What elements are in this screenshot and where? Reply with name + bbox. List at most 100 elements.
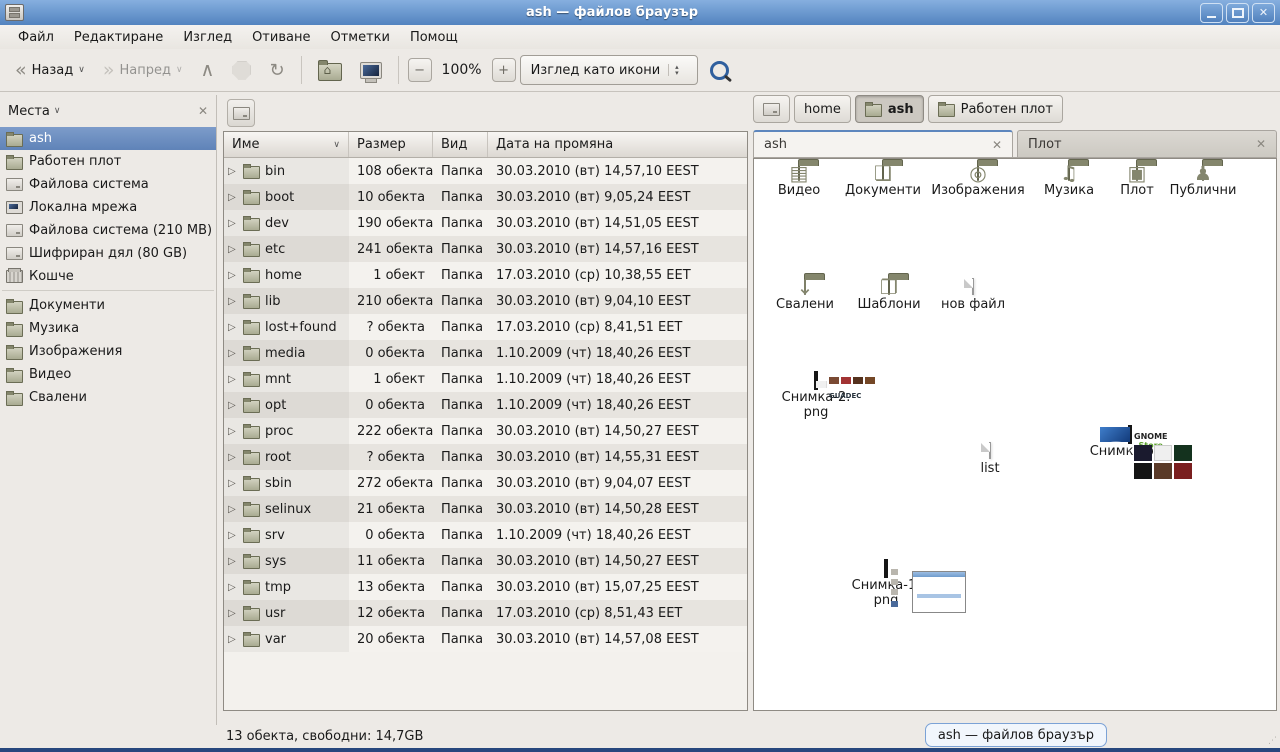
place-item[interactable]: Документи — [0, 294, 216, 317]
place-item[interactable]: Шифриран дял (80 GB) — [0, 242, 216, 265]
tree-row[interactable]: ▷ opt 0 обекта Папка 1.10.2009 (чт) 18,4… — [224, 392, 747, 418]
column-header-date[interactable]: Дата на промяна — [488, 132, 747, 157]
folder-item[interactable]: ❏ Документи — [840, 165, 926, 199]
place-item[interactable]: Видео — [0, 363, 216, 386]
place-item[interactable]: Локална мрежа — [0, 196, 216, 219]
place-item[interactable]: Файлова система (210 MB) — [0, 219, 216, 242]
resize-grip[interactable]: ⋰ — [1268, 736, 1278, 746]
expander-icon[interactable]: ▷ — [228, 322, 238, 333]
place-item[interactable]: Кошче — [0, 265, 216, 288]
tree-row[interactable]: ▷ lib 210 обекта Папка 30.03.2010 (вт) 9… — [224, 288, 747, 314]
titlebar[interactable]: ash — файлов браузър — [0, 0, 1280, 25]
menu-item[interactable]: Изглед — [173, 27, 242, 48]
column-header-name[interactable]: Име ∨ — [224, 132, 349, 157]
tree-row[interactable]: ▷ sbin 272 обекта Папка 30.03.2010 (вт) … — [224, 470, 747, 496]
expander-icon[interactable]: ▷ — [228, 166, 238, 177]
tree-row[interactable]: ▷ usr 12 обекта Папка 17.03.2010 (ср) 8,… — [224, 600, 747, 626]
menu-item[interactable]: Отиване — [242, 27, 320, 48]
expander-icon[interactable]: ▷ — [228, 530, 238, 541]
reload-button[interactable]: ↻ — [262, 55, 291, 86]
expander-icon[interactable]: ▷ — [228, 374, 238, 385]
expander-icon[interactable]: ▷ — [228, 608, 238, 619]
minimize-button[interactable] — [1200, 3, 1223, 23]
expander-icon[interactable]: ▷ — [228, 582, 238, 593]
path-button[interactable]: ash — [855, 95, 924, 123]
image-file-item[interactable]: GNOME Store Снимка.png — [1072, 427, 1188, 460]
file-item[interactable]: нов файл — [930, 279, 1016, 313]
expander-icon[interactable]: ▷ — [228, 296, 238, 307]
tab[interactable]: ash ✕ — [753, 130, 1013, 157]
icon-view[interactable]: ▤ Видео ❏ Документи ◎ Изображения — [753, 158, 1277, 711]
expander-icon[interactable]: ▷ — [228, 270, 238, 281]
chevron-down-icon[interactable]: ∨ — [54, 106, 61, 116]
expander-icon[interactable]: ▷ — [228, 400, 238, 411]
tab-close-icon[interactable]: ✕ — [992, 138, 1002, 152]
file-item[interactable]: list — [954, 443, 1026, 477]
tree-row[interactable]: ▷ var 20 обекта Папка 30.03.2010 (вт) 14… — [224, 626, 747, 652]
view-mode-select[interactable]: Изглед като икони ▴▾ — [520, 55, 698, 85]
image-file-item[interactable]: Снимка-1.png — [828, 561, 944, 609]
sidebar-close-icon[interactable]: ✕ — [198, 104, 208, 118]
zoom-in-button[interactable]: + — [492, 58, 516, 82]
column-header-type[interactable]: Вид — [433, 132, 488, 157]
taskbar-window-button[interactable]: ash — файлов браузър — [925, 723, 1107, 747]
menu-item[interactable]: Помощ — [400, 27, 468, 48]
image-file-item[interactable]: GUADEC Снимка-2.png — [764, 373, 868, 421]
column-header-size[interactable]: Размер — [349, 132, 433, 157]
close-button[interactable] — [1252, 3, 1275, 23]
tree-row[interactable]: ▷ bin 108 обекта Папка 30.03.2010 (вт) 1… — [224, 158, 747, 184]
place-item[interactable]: Работен плот — [0, 150, 216, 173]
folder-item[interactable]: ↓ Свалени — [762, 279, 848, 313]
place-item[interactable]: Свалени — [0, 386, 216, 409]
expander-icon[interactable]: ▷ — [228, 556, 238, 567]
menu-item[interactable]: Файл — [8, 27, 64, 48]
tab[interactable]: Плот ✕ — [1017, 130, 1277, 157]
folder-item[interactable]: ❐ Шаблони — [846, 279, 932, 313]
path-button[interactable]: home — [794, 95, 851, 123]
root-path-button[interactable] — [753, 95, 790, 123]
tree-row[interactable]: ▷ dev 190 обекта Папка 30.03.2010 (вт) 1… — [224, 210, 747, 236]
expander-icon[interactable]: ▷ — [228, 504, 238, 515]
expander-icon[interactable]: ▷ — [228, 218, 238, 229]
tree-row[interactable]: ▷ selinux 21 обекта Папка 30.03.2010 (вт… — [224, 496, 747, 522]
expander-icon[interactable]: ▷ — [228, 426, 238, 437]
filesystem-root-button[interactable] — [227, 99, 255, 127]
tab-close-icon[interactable]: ✕ — [1256, 137, 1266, 151]
zoom-out-button[interactable]: − — [408, 58, 432, 82]
up-button[interactable]: ∧ — [194, 58, 222, 82]
sidebar-title[interactable]: Места — [8, 104, 50, 119]
place-item[interactable]: Изображения — [0, 340, 216, 363]
search-button[interactable] — [710, 61, 729, 80]
place-item[interactable]: Файлова система — [0, 173, 216, 196]
menu-item[interactable]: Редактиране — [64, 27, 173, 48]
tree-row[interactable]: ▷ srv 0 обекта Папка 1.10.2009 (чт) 18,4… — [224, 522, 747, 548]
tree-row[interactable]: ▷ proc 222 обекта Папка 30.03.2010 (вт) … — [224, 418, 747, 444]
tree-row[interactable]: ▷ media 0 обекта Папка 1.10.2009 (чт) 18… — [224, 340, 747, 366]
expander-icon[interactable]: ▷ — [228, 348, 238, 359]
tree-row[interactable]: ▷ boot 10 обекта Папка 30.03.2010 (вт) 9… — [224, 184, 747, 210]
tree-row[interactable]: ▷ home 1 обект Папка 17.03.2010 (ср) 10,… — [224, 262, 747, 288]
expander-icon[interactable]: ▷ — [228, 192, 238, 203]
computer-button[interactable] — [353, 57, 389, 84]
tree-row[interactable]: ▷ mnt 1 обект Папка 1.10.2009 (чт) 18,40… — [224, 366, 747, 392]
place-item[interactable]: ash — [0, 127, 216, 150]
folder-item[interactable]: ♟ Публични — [1160, 165, 1246, 199]
folder-item[interactable]: ◎ Изображения — [930, 165, 1026, 199]
tree-row[interactable]: ▷ sys 11 обекта Папка 30.03.2010 (вт) 14… — [224, 548, 747, 574]
back-button[interactable]: « Назад ∨ — [8, 58, 92, 83]
tree-row[interactable]: ▷ lost+found ? обекта Папка 17.03.2010 (… — [224, 314, 747, 340]
tree-row[interactable]: ▷ tmp 13 обекта Папка 30.03.2010 (вт) 15… — [224, 574, 747, 600]
folder-item[interactable]: ▤ Видео — [756, 165, 842, 199]
home-button[interactable] — [311, 54, 349, 86]
forward-button[interactable]: » Напред ∨ — [96, 58, 190, 83]
stop-button[interactable] — [225, 56, 258, 85]
expander-icon[interactable]: ▷ — [228, 244, 238, 255]
back-dropdown-icon[interactable]: ∨ — [78, 65, 85, 75]
expander-icon[interactable]: ▷ — [228, 452, 238, 463]
place-item[interactable]: Музика — [0, 317, 216, 340]
tree-row[interactable]: ▷ root ? обекта Папка 30.03.2010 (вт) 14… — [224, 444, 747, 470]
maximize-button[interactable] — [1226, 3, 1249, 23]
path-button[interactable]: Работен плот — [928, 95, 1063, 123]
expander-icon[interactable]: ▷ — [228, 478, 238, 489]
menu-item[interactable]: Отметки — [320, 27, 399, 48]
